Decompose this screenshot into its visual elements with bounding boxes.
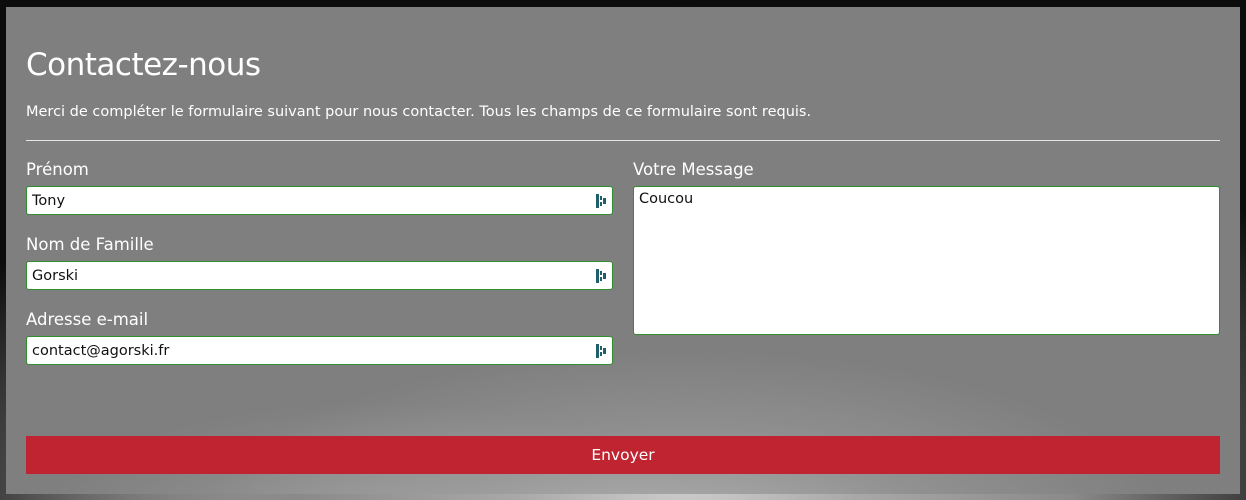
message-field[interactable]: Coucou <box>633 186 1220 335</box>
email-input[interactable] <box>32 337 587 364</box>
last-name-field[interactable] <box>26 261 613 290</box>
message-label: Votre Message <box>633 160 754 179</box>
email-label: Adresse e-mail <box>26 310 149 329</box>
page-title: Contactez-nous <box>26 47 261 83</box>
first-name-input[interactable] <box>32 187 587 214</box>
page-background: Contactez-nous Merci de compléter le for… <box>0 0 1246 500</box>
contact-form-panel: Contactez-nous Merci de compléter le for… <box>6 7 1240 494</box>
last-name-label: Nom de Famille <box>26 235 154 254</box>
first-name-label: Prénom <box>26 160 89 179</box>
form-intro-text: Merci de compléter le formulaire suivant… <box>26 104 812 120</box>
email-field[interactable] <box>26 336 613 365</box>
password-manager-key-icon[interactable] <box>596 344 607 358</box>
password-manager-key-icon[interactable] <box>596 194 607 208</box>
divider <box>26 140 1220 141</box>
submit-button[interactable]: Envoyer <box>26 436 1220 474</box>
first-name-field[interactable] <box>26 186 613 215</box>
last-name-input[interactable] <box>32 262 587 289</box>
password-manager-key-icon[interactable] <box>596 269 607 283</box>
message-textarea[interactable]: Coucou <box>639 191 1211 329</box>
